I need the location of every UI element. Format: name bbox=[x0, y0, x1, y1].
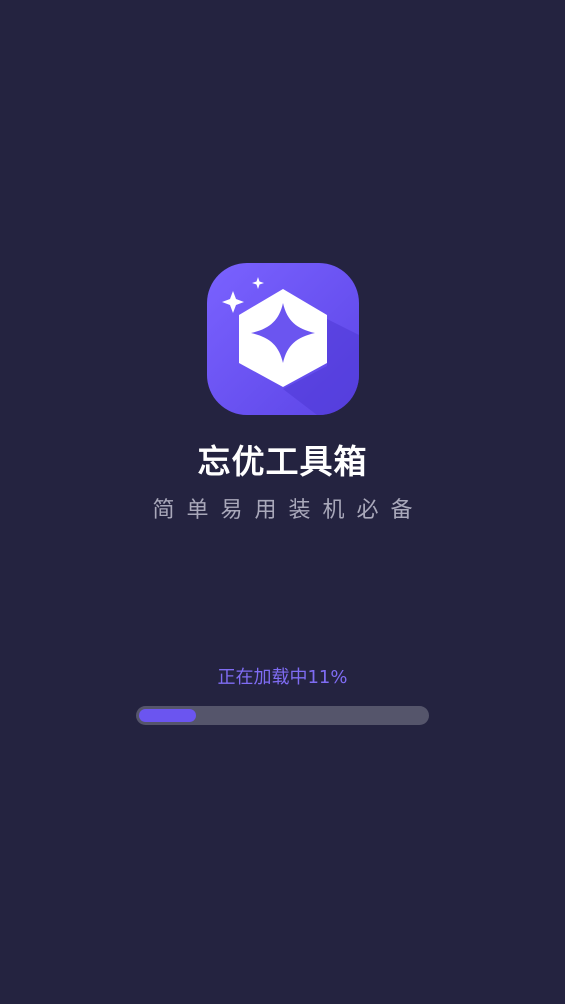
app-title: 忘优工具箱 bbox=[197, 442, 368, 481]
loading-status-text: 正在加载中11% bbox=[217, 667, 348, 688]
loading-progress-fill bbox=[139, 709, 196, 722]
app-slogan: 简单易用装机必备 bbox=[152, 498, 425, 523]
splash-screen: 忘优工具箱 简单易用装机必备 正在加载中11% bbox=[0, 0, 565, 1004]
app-logo-icon bbox=[207, 263, 359, 415]
loading-progress-bar bbox=[136, 706, 429, 725]
